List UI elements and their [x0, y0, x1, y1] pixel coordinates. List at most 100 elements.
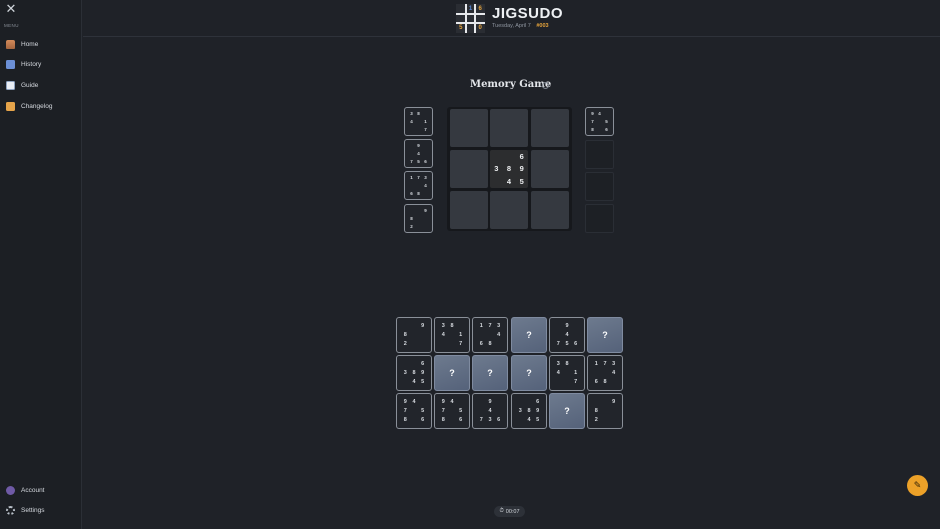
hidden-tile[interactable]: ?: [549, 393, 585, 429]
menu-label: MENU: [4, 23, 19, 28]
tile-digit: [422, 150, 429, 158]
board-cell[interactable]: [531, 150, 569, 188]
tile-digit: 4: [556, 369, 560, 376]
board-cell[interactable]: [531, 109, 569, 147]
sidebar-item-history[interactable]: History: [6, 57, 78, 71]
sidebar-item-label: History: [21, 60, 42, 68]
tile-digit: 1: [459, 331, 463, 338]
board-cell[interactable]: [450, 109, 488, 147]
bank-tile[interactable]: 384 1 7: [549, 355, 585, 391]
tile-digit: [601, 397, 610, 406]
bank-tile[interactable]: 6 38945: [396, 355, 432, 391]
tile-digit: [456, 397, 465, 406]
tile-digit: [422, 142, 429, 150]
tile-digit: [448, 340, 457, 349]
bank-tile[interactable]: 9 8 2: [396, 317, 432, 353]
side-tile[interactable]: 9 8 2: [404, 204, 433, 233]
side-tile[interactable]: 384 1 7: [404, 107, 433, 136]
user-icon: [6, 485, 15, 495]
logo-digit: [475, 14, 485, 24]
hidden-tile[interactable]: ?: [587, 317, 623, 353]
side-tile[interactable]: 1734 68: [404, 171, 433, 200]
tile-digit: [571, 321, 580, 330]
tile-digit: 3: [556, 360, 560, 367]
tile-digit: 1: [479, 322, 483, 329]
tile-digit: [494, 397, 503, 406]
board-cell[interactable]: [490, 109, 528, 147]
tile-digit: 9: [424, 208, 427, 214]
board-cell[interactable]: [450, 150, 488, 188]
tile-digit: [415, 222, 422, 230]
sidebar-item-home[interactable]: Home: [6, 37, 78, 51]
sidebar-item-account[interactable]: Account: [6, 483, 78, 497]
tile-digit: [525, 397, 534, 406]
tile-digit: 7: [488, 322, 492, 329]
sidebar-item-settings[interactable]: Settings: [6, 503, 78, 517]
bank-tile[interactable]: 384 1 7: [434, 317, 470, 353]
sidebar-item-label: Guide: [21, 81, 39, 89]
hidden-tile[interactable]: ?: [511, 317, 547, 353]
tile-digit: [601, 416, 610, 425]
board-cell[interactable]: [490, 191, 528, 229]
tile-digit: [563, 378, 572, 387]
tile-digit: [563, 368, 572, 377]
empty-slot: [585, 204, 614, 233]
tile-digit: 5: [421, 407, 425, 414]
tile-digit: 8: [412, 369, 416, 376]
sidebar-item-guide[interactable]: Guide: [6, 78, 78, 92]
tile-digit: [415, 207, 422, 215]
tile-digit: 2: [594, 417, 598, 424]
sidebar-item-changelog[interactable]: Changelog: [6, 99, 78, 113]
tile-digit: 6: [424, 158, 427, 164]
hidden-tile[interactable]: ?: [434, 355, 470, 391]
empty-slot: [585, 172, 614, 201]
tile-digit: 2: [410, 223, 413, 229]
tile-digit: [408, 142, 415, 150]
tile-digit: 9: [519, 164, 524, 174]
tile-digit: 6: [574, 341, 578, 348]
tile-digit: [418, 330, 427, 339]
close-icon[interactable]: ✕: [5, 2, 17, 15]
tile-digit: 6: [479, 341, 483, 348]
sidebar-item-label: Changelog: [21, 102, 53, 110]
bank-tile[interactable]: 173 4 68: [472, 317, 508, 353]
tile-digit: 8: [450, 322, 454, 329]
logo[interactable]: 1 6 5 0: [456, 4, 485, 33]
tile-digit: [609, 378, 618, 387]
tile-digit: 4: [424, 182, 427, 188]
hidden-tile[interactable]: ?: [511, 355, 547, 391]
tile-digit: 6: [594, 379, 598, 386]
puzzle-number: #003: [536, 23, 549, 29]
tile-digit: 4: [412, 398, 416, 405]
side-tile[interactable]: 94756: [404, 139, 433, 168]
tile-digit: [554, 321, 563, 330]
tile-digit: [415, 118, 422, 126]
tile-digit: 4: [441, 331, 445, 338]
board-cell-filled[interactable]: 6 38945: [490, 150, 528, 188]
tile-digit: [516, 397, 525, 406]
bank-tile[interactable]: 947 5 8 6: [434, 393, 470, 429]
home-icon: [6, 39, 15, 49]
bank-tile[interactable]: 9 4756: [549, 317, 585, 353]
tile-digit: 4: [412, 379, 416, 386]
board-cell[interactable]: [531, 191, 569, 229]
info-icon[interactable]: i: [542, 82, 549, 89]
tile-digit: 8: [591, 126, 594, 132]
pencil-icon[interactable]: ✎: [907, 475, 928, 496]
side-tile[interactable]: 947 5 8 6: [585, 107, 614, 136]
bank-tile[interactable]: 6 38945: [511, 393, 547, 429]
tile-digit: 6: [519, 151, 524, 161]
tile-digit: 7: [441, 407, 445, 414]
hidden-tile[interactable]: ?: [472, 355, 508, 391]
tile-digit: 9: [488, 398, 492, 405]
logo-digit: [456, 14, 466, 24]
bank-tile[interactable]: 947 5 8 6: [396, 393, 432, 429]
tile-digit: 7: [424, 126, 427, 132]
board-cell[interactable]: [450, 191, 488, 229]
tile-digit: [422, 189, 429, 197]
tile-digit: 6: [536, 398, 540, 405]
bank-tile[interactable]: 9 8 2: [587, 393, 623, 429]
tile-digit: [490, 150, 503, 163]
bank-tile[interactable]: 173 4 68: [587, 355, 623, 391]
bank-tile[interactable]: 9 4736: [472, 393, 508, 429]
